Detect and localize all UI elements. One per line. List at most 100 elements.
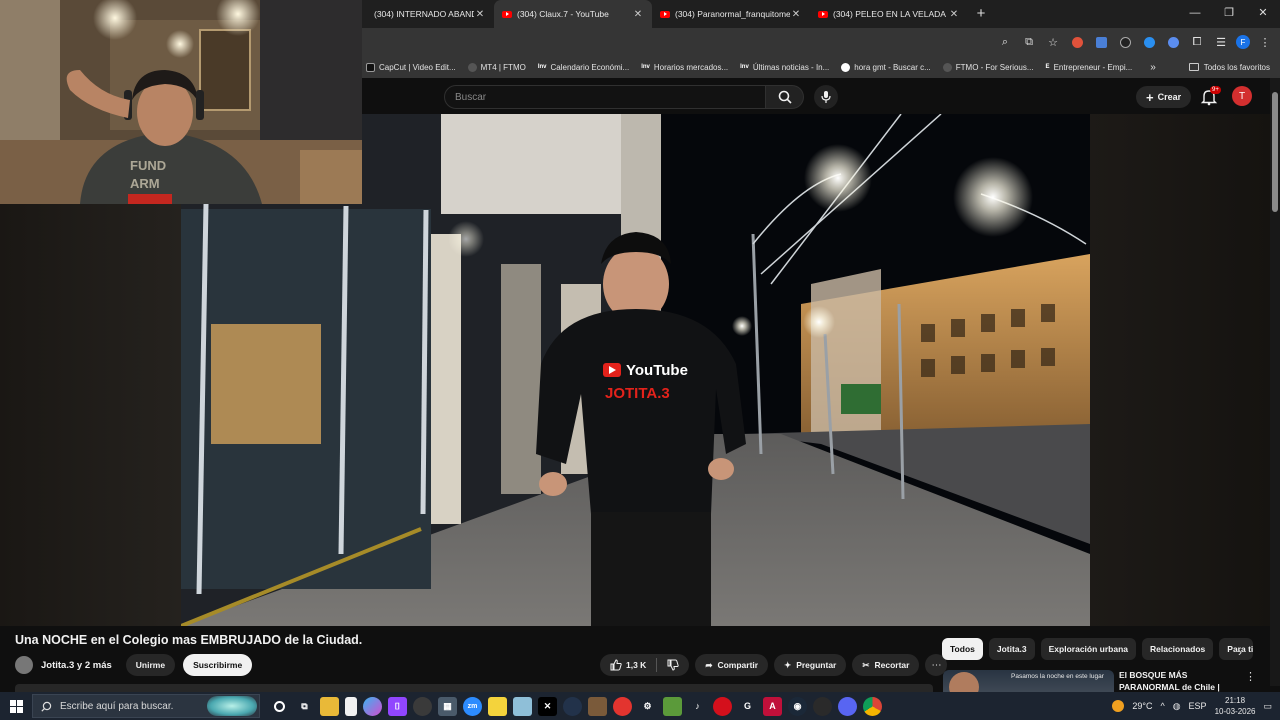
close-window-icon[interactable]: ✕ xyxy=(1246,0,1280,28)
chrome-menu-icon[interactable]: ⋮ xyxy=(1256,33,1274,51)
settings-gear-icon[interactable]: ⚙ xyxy=(638,697,657,716)
anydesk-icon[interactable] xyxy=(613,696,632,716)
extension-red-icon[interactable] xyxy=(1068,33,1086,51)
channel-name[interactable]: Jotita.3 y 2 más xyxy=(41,660,112,671)
create-button[interactable]: + Crear xyxy=(1136,86,1192,108)
twitch-icon[interactable]: ⌷ xyxy=(388,696,407,716)
search-button[interactable] xyxy=(766,85,804,109)
arc-app-icon[interactable]: A xyxy=(763,696,782,716)
weather-sun-icon[interactable] xyxy=(1112,700,1125,712)
bookmark-noticias[interactable]: Inv Últimas noticias - In... xyxy=(740,63,829,72)
ask-label: Preguntar xyxy=(796,660,837,670)
game-app-icon[interactable] xyxy=(588,696,607,716)
search-input[interactable]: Buscar xyxy=(444,85,766,109)
screencast-icon[interactable]: ⧉ xyxy=(1020,33,1038,51)
window-controls: — ❐ ✕ xyxy=(1178,0,1280,28)
notification-center-icon[interactable]: ▭ xyxy=(1263,701,1272,712)
system-clock[interactable]: 21:18 10-03-2026 xyxy=(1215,695,1256,717)
obs-studio-icon[interactable] xyxy=(413,696,432,716)
browser-tab[interactable]: (304) PELEO EN LA VELADA DEL ✕ xyxy=(810,0,968,28)
all-bookmarks-button[interactable]: Todos los favoritos xyxy=(1188,63,1270,72)
profile-avatar[interactable]: F xyxy=(1236,35,1250,49)
scissors-icon: ✂ xyxy=(862,659,870,670)
tab-close-icon[interactable]: ✕ xyxy=(790,9,802,20)
chevron-right-icon[interactable]: › xyxy=(1230,642,1250,662)
language-indicator[interactable]: ESP xyxy=(1189,701,1207,711)
youtube-favicon-icon xyxy=(502,10,512,18)
extension-blue-icon[interactable] xyxy=(1140,33,1158,51)
start-button[interactable] xyxy=(0,692,32,720)
translate-icon[interactable] xyxy=(1092,33,1110,51)
subscribe-button[interactable]: Suscribirme xyxy=(183,654,253,676)
network-icon[interactable]: ◍ xyxy=(1173,701,1181,712)
opera-icon[interactable] xyxy=(713,696,732,716)
chip-relacionados[interactable]: Relacionados xyxy=(1142,638,1214,660)
capcut-app-icon[interactable]: ✕ xyxy=(538,696,557,716)
bookmark-mt4[interactable]: MT4 | FTMO xyxy=(467,62,526,72)
channel-avatar[interactable] xyxy=(15,656,33,674)
share-button[interactable]: ➦ Compartir xyxy=(695,654,769,676)
tab-close-icon[interactable]: ✕ xyxy=(948,9,960,20)
recommended-menu-icon[interactable]: ⋮ xyxy=(1245,670,1256,683)
copilot-icon[interactable] xyxy=(363,696,382,716)
zoom-app-icon[interactable]: zm xyxy=(463,696,482,716)
browser-tab[interactable]: (304) Paranormal_franquitomen ✕ xyxy=(652,0,810,28)
bookmark-horarios[interactable]: Inv Horarios mercados... xyxy=(641,63,728,72)
steam-icon[interactable]: ◉ xyxy=(788,696,807,716)
bookmark-entrepreneur[interactable]: E Entrepreneur - Empi... xyxy=(1046,63,1133,72)
tab-close-icon[interactable]: ✕ xyxy=(474,9,486,20)
hoodie-youtube-text: YouTube xyxy=(626,362,688,379)
extension-dark-icon[interactable] xyxy=(1116,33,1134,51)
meta-app-icon[interactable] xyxy=(563,696,582,716)
tab-label: (304) Claux.7 - YouTube xyxy=(517,9,609,19)
create-label: Crear xyxy=(1157,92,1182,102)
recommended-thumbnail[interactable]: Pasamos la noche en este lugar xyxy=(943,670,1114,694)
minimize-icon[interactable]: — xyxy=(1178,0,1212,28)
discord-icon[interactable] xyxy=(838,696,857,716)
clip-button[interactable]: ✂ Recortar xyxy=(852,654,920,676)
description-box[interactable] xyxy=(15,684,933,692)
extension-circle-icon[interactable] xyxy=(1164,33,1182,51)
bookmark-ftmo[interactable]: FTMO - For Serious... xyxy=(942,62,1034,72)
reading-list-icon[interactable]: ☰ xyxy=(1212,33,1230,51)
game-controller-icon[interactable] xyxy=(813,696,832,716)
browser-tab-active[interactable]: (304) Claux.7 - YouTube ✕ xyxy=(494,0,652,28)
document-icon[interactable] xyxy=(345,696,357,716)
minecraft-icon[interactable] xyxy=(663,696,682,716)
g-app-icon[interactable]: G xyxy=(738,697,757,716)
task-view-icon[interactable]: ⧉ xyxy=(295,697,314,716)
scrollbar-thumb[interactable] xyxy=(1272,92,1278,212)
tiktok-icon[interactable]: ♪ xyxy=(688,697,707,716)
ask-button[interactable]: ✦ Preguntar xyxy=(774,654,847,676)
join-button[interactable]: Unirme xyxy=(125,654,176,676)
sticky-notes-icon[interactable] xyxy=(488,696,507,716)
investing-icon: Inv xyxy=(537,64,547,70)
restore-icon[interactable]: ❐ xyxy=(1212,0,1246,28)
new-tab-button[interactable]: + xyxy=(968,0,994,28)
user-avatar[interactable]: T xyxy=(1232,86,1252,106)
zoom-icon[interactable]: ⌕ xyxy=(996,33,1014,51)
chrome-icon[interactable] xyxy=(863,696,882,716)
chip-exploracion[interactable]: Exploración urbana xyxy=(1040,638,1136,660)
voice-search-button[interactable] xyxy=(814,85,838,109)
bookmark-hora-gmt[interactable]: hora gmt - Buscar c... xyxy=(841,62,931,72)
temperature[interactable]: 29°C xyxy=(1132,701,1152,711)
calculator-icon[interactable]: ▦ xyxy=(438,696,457,716)
chip-channel[interactable]: Jotita.3 xyxy=(988,638,1035,660)
show-hidden-icons[interactable]: ^ xyxy=(1160,701,1164,711)
like-button[interactable]: 1,3 K xyxy=(600,654,656,676)
bookmark-calendario[interactable]: Inv Calendario Económi... xyxy=(538,63,629,72)
entrepreneur-icon: E xyxy=(1045,64,1050,70)
bookmark-star-icon[interactable]: ☆ xyxy=(1044,33,1062,51)
taskbar-search[interactable]: Escribe aquí para buscar. xyxy=(32,694,260,718)
extensions-puzzle-icon[interactable]: ⧠ xyxy=(1188,33,1206,51)
dislike-button[interactable] xyxy=(657,654,689,676)
file-explorer-icon[interactable] xyxy=(320,696,339,716)
tab-close-icon[interactable]: ✕ xyxy=(632,9,644,20)
bookmark-capcut[interactable]: CapCut | Video Edit... xyxy=(366,62,456,72)
cortana-icon[interactable] xyxy=(270,697,289,716)
browser-tab[interactable]: (304) INTERNADO ABANDONADO ✕ xyxy=(362,0,494,28)
bookmarks-overflow-icon[interactable]: » xyxy=(1150,62,1156,73)
chip-todos[interactable]: Todos xyxy=(942,638,983,660)
notes-icon[interactable] xyxy=(513,696,532,716)
